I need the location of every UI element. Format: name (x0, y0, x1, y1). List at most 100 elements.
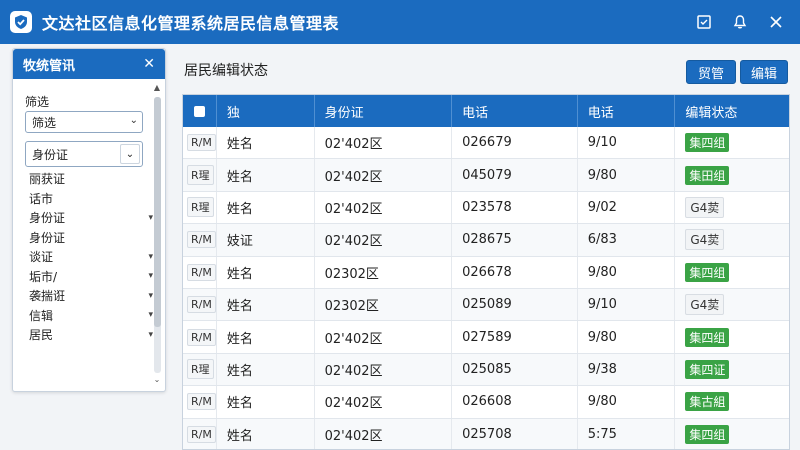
row-cell: R瑆 (183, 191, 217, 224)
column-header[interactable]: 电话 (452, 95, 578, 127)
status-cell: 集四组 (675, 321, 789, 352)
filter-item[interactable]: 垢市/▾ (25, 267, 153, 287)
row-cell: R/M (183, 256, 217, 288)
row-tag: R/M (187, 393, 216, 411)
status-cell: 集田组 (675, 159, 789, 190)
table-row[interactable]: R/M 姓名 02302区 026678 9/80 集四组 (183, 256, 789, 289)
filter-item-label: 袭揣诳 (29, 289, 66, 304)
row-tag: R瑆 (187, 197, 214, 218)
id-cell: 02'402区 (315, 418, 453, 449)
status-cell: 集四组 (675, 127, 789, 158)
date-cell: 9/10 (578, 288, 676, 321)
filter-item[interactable]: 居民 ▾ (25, 325, 153, 345)
bell-icon[interactable] (722, 0, 758, 44)
column-header[interactable]: 编辑状态 (675, 95, 789, 127)
status-badge: 集四组 (685, 133, 730, 153)
row-tag: R/M (187, 263, 216, 281)
checkbox-icon (193, 105, 205, 117)
table-row[interactable]: R/M 姓名 02302区 025089 9/10 G4荬 (183, 288, 789, 322)
select-all-checkbox[interactable] (183, 95, 217, 127)
column-header[interactable]: 独 (217, 95, 315, 127)
row-cell: R/M (183, 321, 217, 353)
status-cell: G4荬 (675, 192, 789, 223)
filter-item-label: 居民 (29, 328, 54, 343)
date-cell: 9/80 (578, 386, 676, 418)
date-cell: 9/38 (578, 353, 676, 386)
filter-item-label: 身份证 (29, 211, 66, 226)
name-cell: 姓名 (217, 353, 315, 386)
filter-item-label: 丽获证 (29, 172, 66, 187)
scroll-up-icon[interactable]: ▲ (152, 83, 162, 92)
page-title: 居民编辑状态 (184, 63, 268, 79)
filter-label: 筛选 (25, 95, 50, 109)
filter-item[interactable]: 丽获证 (25, 169, 153, 189)
name-cell: 姓名 (217, 321, 315, 353)
name-cell: 姓名 (217, 418, 315, 449)
edit-button[interactable]: 编辑 (740, 60, 788, 84)
row-tag: R/M (187, 231, 216, 249)
filter-list: 丽获证 话市 身份证 ▾ 身份证 谈证 ▾ 垢市/▾ 袭揣诳 ▾ 信辑 ▾ 居民 ▾ (25, 169, 153, 345)
status-badge: 集田组 (685, 165, 730, 185)
filter-item[interactable]: 身份证 ▾ (25, 208, 153, 228)
column-header[interactable]: 电话 (578, 95, 676, 127)
filter-panel-header: 牧统管讯 ✕ (13, 49, 165, 79)
sidebar-scrollbar[interactable]: ▲ ⌄ (152, 83, 162, 389)
manage-button[interactable]: 贸管 (686, 60, 736, 84)
date-cell: 9/80 (578, 159, 676, 191)
filter-item[interactable]: 谈证 ▾ (25, 247, 153, 267)
table-row[interactable]: R/M 妓证 02'402区 028675 6/83 G4荬 (183, 224, 789, 257)
status-badge: 集四组 (685, 262, 730, 282)
table-row[interactable]: R瑆 姓名 02'402区 023578 9/02 G4荬 (183, 191, 789, 225)
filter-item[interactable]: 袭揣诳 ▾ (25, 286, 153, 306)
panel-close-icon[interactable]: ✕ (143, 56, 155, 72)
name-cell: 姓名 (217, 386, 315, 418)
id-cell: 02'402区 (315, 191, 453, 224)
row-cell: R/M (183, 224, 217, 256)
name-cell: 妓证 (217, 224, 315, 256)
filter-item[interactable]: 信辑 ▾ (25, 306, 153, 326)
phone-cell: 025708 (452, 418, 578, 449)
id-select[interactable]: 身份证 ⌄ (25, 141, 143, 167)
id-cell: 02'402区 (315, 353, 453, 386)
table-row[interactable]: R/M 姓名 02'402区 025708 5:75 集四组 (183, 418, 789, 449)
date-cell: 9/80 (578, 321, 676, 353)
row-tag: R/M (187, 134, 216, 152)
id-cell: 02302区 (315, 256, 453, 288)
filter-panel: 牧统管讯 ✕ 筛选 筛选 ⌄ 身份证 ⌄ 丽获证 话市 身份证 ▾ 身份证 谈证 ▾… (12, 48, 166, 392)
scrollbar-thumb[interactable] (154, 97, 161, 327)
row-cell: R/M (183, 127, 217, 159)
filter-select[interactable]: 筛选 ⌄ (25, 111, 143, 133)
table-row[interactable]: R瑆 姓名 02'402区 025085 9/38 集四证 (183, 353, 789, 387)
chevron-down-icon: ⌄ (120, 144, 140, 164)
filter-item[interactable]: 话市 (25, 189, 153, 209)
table-row[interactable]: R/M 姓名 02'402区 026608 9/80 集古組 (183, 386, 789, 419)
window-controls (686, 0, 794, 44)
phone-cell: 023578 (452, 191, 578, 224)
name-cell: 姓名 (217, 191, 315, 224)
phone-cell: 025085 (452, 353, 578, 386)
title-bar: 文达社区信息化管理系统居民信息管理表 (0, 0, 800, 44)
row-cell: R/M (183, 386, 217, 418)
name-cell: 姓名 (217, 159, 315, 191)
status-cell: G4荬 (675, 289, 789, 320)
phone-cell: 045079 (452, 159, 578, 191)
scroll-down-icon[interactable]: ⌄ (152, 375, 162, 384)
date-cell: 5:75 (578, 418, 676, 449)
date-cell: 9/10 (578, 127, 676, 159)
table-row[interactable]: R瑆 姓名 02'402区 045079 9/80 集田组 (183, 159, 789, 192)
filter-item[interactable]: 身份证 (25, 228, 153, 248)
row-cell: R瑆 (183, 159, 217, 191)
name-cell: 姓名 (217, 256, 315, 288)
date-cell: 9/80 (578, 256, 676, 288)
date-cell: 9/02 (578, 191, 676, 224)
column-header[interactable]: 身份证 (315, 95, 453, 127)
row-tag: R/M (187, 425, 216, 443)
status-cell: 集四组 (675, 257, 789, 288)
id-select-value: 身份证 (32, 147, 69, 162)
restore-icon[interactable] (686, 0, 722, 44)
table-row[interactable]: R/M 姓名 02'402区 026679 9/10 集四组 (183, 127, 789, 160)
status-badge: 集四组 (685, 424, 730, 444)
table-row[interactable]: R/M 姓名 02'402区 027589 9/80 集四组 (183, 321, 789, 354)
id-cell: 02'402区 (315, 127, 453, 159)
close-icon[interactable] (758, 0, 794, 44)
